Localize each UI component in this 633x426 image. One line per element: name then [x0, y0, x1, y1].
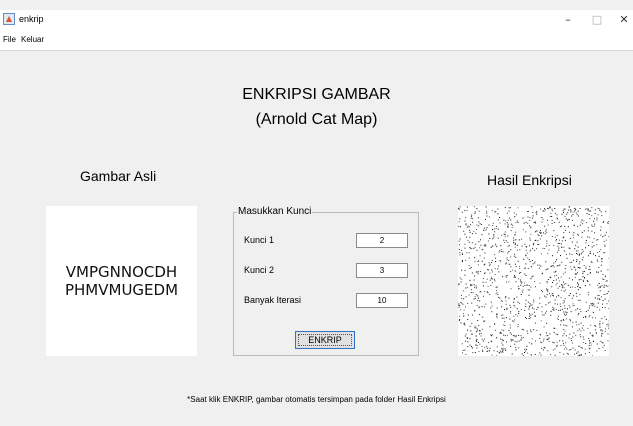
key2-input[interactable] [356, 263, 408, 278]
title-bar: enkrip – □ ✕ [0, 10, 633, 32]
menu-keluar[interactable]: Keluar [21, 35, 44, 44]
menu-file[interactable]: File [3, 35, 16, 44]
key1-label: Kunci 1 [244, 235, 275, 245]
key-panel: Masukkan Kunci Kunci 1 Kunci 2 Banyak It… [233, 206, 419, 356]
key2-label: Kunci 2 [244, 265, 275, 275]
encrypt-button[interactable]: ENKRIP [295, 331, 355, 349]
footer-note: *Saat klik ENKRIP, gambar otomatis tersi… [187, 395, 446, 404]
encrypted-noise [458, 206, 609, 356]
original-image-line: VMPGNNOCDH [65, 263, 178, 281]
key1-input[interactable] [356, 233, 408, 248]
matlab-figure-icon [3, 13, 15, 25]
page-title: ENKRIPSI GAMBAR [242, 86, 391, 103]
original-image: VMPGNNOCDH PHMVMUGEDM [46, 206, 197, 356]
minimize-button[interactable]: – [560, 12, 576, 28]
encrypted-image-label: Hasil Enkripsi [487, 172, 572, 188]
close-button[interactable]: ✕ [616, 12, 632, 28]
iterations-input[interactable] [356, 293, 408, 308]
encrypted-image [458, 206, 609, 356]
figure-area: ENKRIPSI GAMBAR (Arnold Cat Map) Gambar … [0, 51, 633, 426]
original-image-label: Gambar Asli [80, 168, 157, 184]
original-image-line: PHMVMUGEDM [64, 281, 179, 299]
menu-bar: File Keluar [0, 32, 633, 51]
maximize-button[interactable]: □ [589, 12, 605, 28]
key-panel-title: Masukkan Kunci [237, 206, 313, 217]
page-subtitle: (Arnold Cat Map) [255, 111, 378, 128]
window-title: enkrip [19, 14, 44, 24]
iterations-label: Banyak Iterasi [244, 295, 302, 305]
